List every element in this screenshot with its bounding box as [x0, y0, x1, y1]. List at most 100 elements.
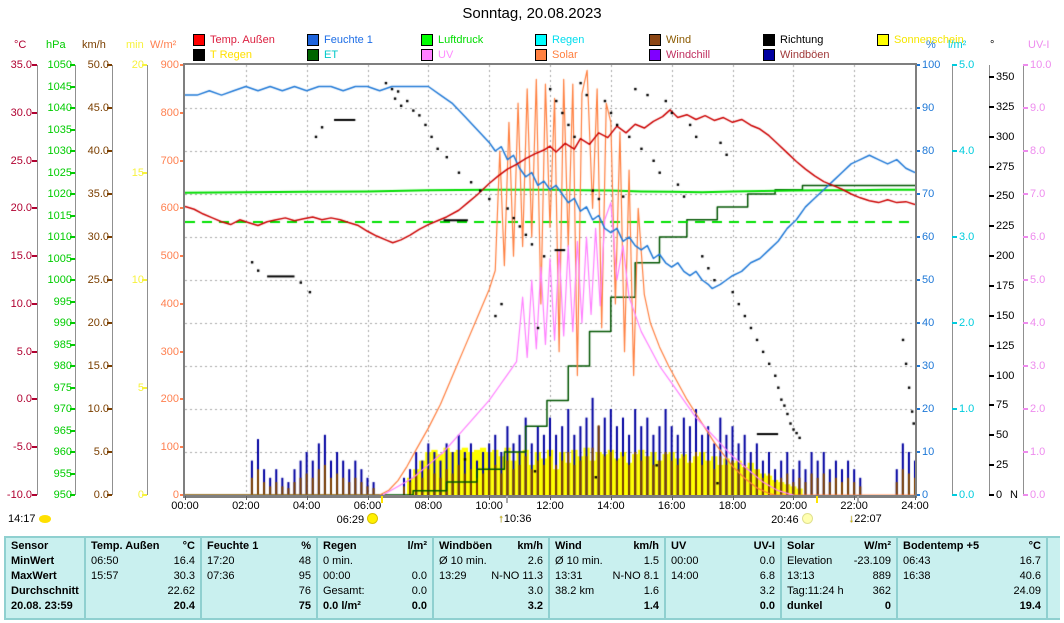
axis-tick-label: 25	[996, 460, 1008, 471]
axis-tick	[70, 365, 75, 367]
axis-line-pressure	[75, 65, 76, 495]
axis-tick-label: 3.0	[1030, 361, 1045, 372]
summary-row-label: 20.08. 23:59	[11, 599, 79, 614]
moon-icon	[39, 515, 51, 523]
axis-tick-label: 25.0	[77, 275, 109, 286]
value: 3.2	[760, 584, 775, 599]
legend-item-label: Solar	[552, 49, 578, 61]
summary-value-row: 13:29N-NO 11.3	[439, 569, 543, 584]
value-time: 17:20	[207, 554, 235, 569]
value-time: dunkel	[787, 599, 822, 614]
axis-tick	[1023, 64, 1028, 66]
axis-tick	[1023, 408, 1028, 410]
x-axis-tick	[307, 496, 308, 500]
axis-tick	[70, 387, 75, 389]
axis-tick	[952, 322, 957, 324]
x-axis-tick-label: 14:00	[589, 500, 633, 512]
x-axis-tick-label: 18:00	[711, 500, 755, 512]
axis-tick	[989, 195, 994, 197]
axis-tick-label: 30.0	[2, 108, 32, 119]
axis-tick-label: 400	[146, 299, 179, 310]
axis-tick	[32, 398, 37, 400]
summary-value-row: 76	[207, 584, 311, 599]
x-axis-tick	[246, 496, 247, 500]
summary-value-row: 15:5730.3	[91, 569, 195, 584]
axis-tick-label: 30.0	[77, 232, 109, 243]
axis-tick	[107, 365, 112, 367]
value-time: Elevation	[787, 554, 832, 569]
legend-item-label: Luftdruck	[438, 34, 483, 46]
weather-chart-canvas	[185, 65, 915, 495]
axis-tick-label: 100	[922, 60, 940, 71]
axis-tick	[989, 136, 994, 138]
value: 1.4	[644, 599, 659, 614]
axis-tick-label: 2.0	[959, 318, 974, 329]
direction-north-label: N	[1010, 490, 1018, 501]
axis-tick	[952, 150, 957, 152]
axis-tick-label: 1010	[42, 232, 72, 243]
axis-tick	[70, 215, 75, 217]
legend-item-label: Windchill	[666, 49, 710, 61]
summary-row-label: MaxWert	[11, 569, 79, 584]
legend-item-label: Wind	[666, 34, 691, 46]
x-axis-tick-label: 10:00	[467, 500, 511, 512]
axis-tick-label: 995	[42, 297, 72, 308]
x-axis-tick	[489, 496, 490, 500]
page-title: Sonntag, 20.08.2023	[0, 5, 1064, 22]
axis-tick-label: 10	[922, 447, 934, 458]
axis-tick	[142, 279, 147, 281]
legend-item-regen: Regen	[535, 32, 649, 47]
axis-tick	[1023, 150, 1028, 152]
axis-tick-label: 10	[120, 275, 144, 286]
weather-day-chart-window: Sonntag, 20.08.2023 Temp. AußenFeuchte 1…	[0, 0, 1064, 623]
axis-tick	[989, 375, 994, 377]
axis-tick	[989, 494, 994, 496]
summary-value-row: 14:006.8	[671, 569, 775, 584]
summary-value-row: 13:13889	[787, 569, 891, 584]
summary-value-row: Tag:11:24 h362	[787, 584, 891, 599]
axis-tick-label: 60	[922, 232, 934, 243]
sensor-unit: °C	[183, 539, 195, 554]
value: 3.0	[528, 584, 543, 599]
axis-tick-label: 45.0	[77, 103, 109, 114]
value-time: 0.0 l/m²	[323, 599, 361, 614]
axis-tick-label: 150	[996, 311, 1014, 322]
legend-item-wind: Wind	[649, 32, 763, 47]
axis-title-pressure: hPa	[46, 39, 66, 51]
axis-tick-label: 225	[996, 221, 1014, 232]
legend-color-swatch	[421, 34, 433, 46]
value-time: 15:57	[91, 569, 119, 584]
legend-item-label: T Regen	[210, 49, 252, 61]
legend-item-label: UV	[438, 49, 453, 61]
axis-tick	[32, 446, 37, 448]
axis-tick	[1023, 279, 1028, 281]
summary-col-windb-en: Windböenkm/hØ 10 min.2.613:29N-NO 11.33.…	[434, 538, 550, 618]
value: 48	[299, 554, 311, 569]
axis-tick	[952, 408, 957, 410]
value-time: 13:31	[555, 569, 583, 584]
legend-color-swatch	[763, 34, 775, 46]
axis-tick-label: 20.0	[2, 203, 32, 214]
summary-value-row: 20.4	[91, 599, 195, 614]
x-axis-tick-label: 08:00	[406, 500, 450, 512]
axis-tick-label: 975	[42, 383, 72, 394]
axis-tick-label: 25.0	[2, 156, 32, 167]
axis-tick	[989, 285, 994, 287]
axis-line-wind	[112, 65, 113, 495]
axis-tick-label: 970	[42, 404, 72, 415]
summary-col-header: SolarW/m²	[787, 539, 891, 554]
value-time: 06:43	[903, 554, 931, 569]
legend-item-label: Regen	[552, 34, 584, 46]
value-time: 38.2 km	[555, 584, 594, 599]
legend-item-label: Feuchte 1	[324, 34, 373, 46]
axis-tick-label: 5	[120, 383, 144, 394]
axis-tick	[70, 193, 75, 195]
axis-tick-label: 8.0	[1030, 146, 1045, 157]
axis-tick	[70, 322, 75, 324]
summary-value-row: 16:3840.6	[903, 569, 1041, 584]
axis-tick-label: 950	[42, 490, 72, 501]
sensor-unit: W/m²	[864, 539, 891, 554]
summary-value-row: 3.2	[671, 584, 775, 599]
axis-tick-label: 5.0	[2, 347, 32, 358]
value: 76	[299, 584, 311, 599]
